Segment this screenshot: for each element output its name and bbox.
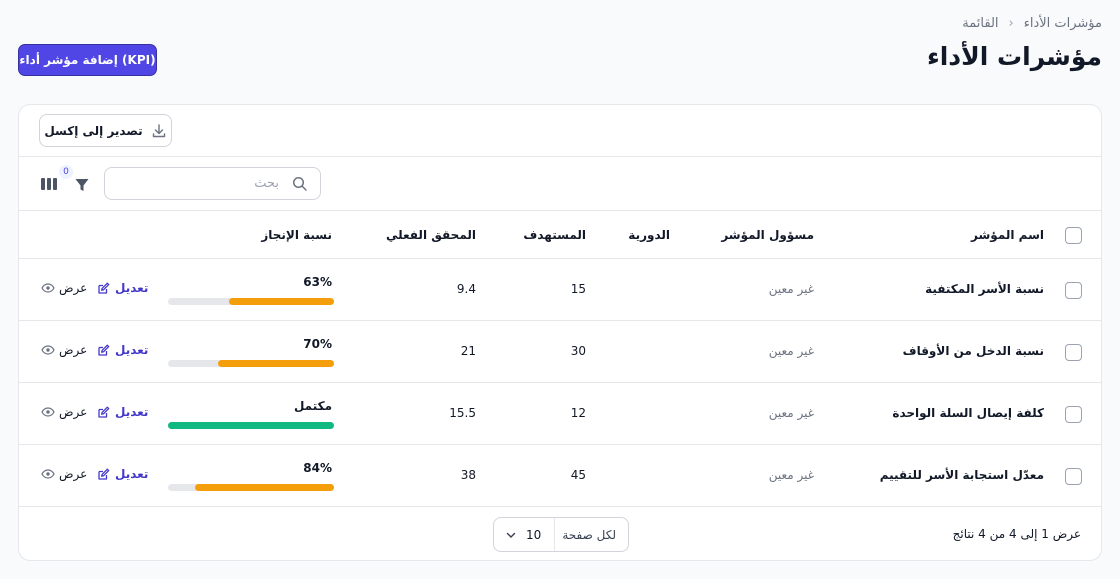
achievement-label: 84% bbox=[303, 461, 332, 475]
kpi-target: 12 bbox=[570, 406, 586, 420]
kpi-target: 30 bbox=[570, 344, 586, 358]
per-page-value: 10 bbox=[526, 528, 542, 542]
download-icon bbox=[152, 123, 165, 137]
kpi-name: معدّل استجابة الأسر للتقييم bbox=[879, 468, 1044, 482]
column-header-target[interactable]: المستهدف bbox=[523, 228, 586, 242]
breadcrumb-parent-link[interactable]: مؤشرات الأداء bbox=[1024, 16, 1102, 31]
column-header-achievement[interactable]: نسبة الإنجاز bbox=[261, 228, 332, 242]
row-checkbox[interactable] bbox=[1065, 468, 1082, 485]
edit-link[interactable]: تعديل bbox=[97, 467, 148, 481]
kpi-actual: 38 bbox=[460, 468, 476, 482]
eye-icon bbox=[41, 283, 55, 293]
search-icon bbox=[292, 176, 307, 191]
search-field bbox=[104, 167, 321, 200]
edit-icon bbox=[98, 344, 110, 356]
view-label: عرض bbox=[59, 405, 88, 419]
eye-icon bbox=[41, 345, 55, 355]
edit-label: تعديل bbox=[115, 467, 149, 481]
table-row: كلفة إيصال السلة الواحدة غير معين 12 15.… bbox=[19, 383, 1101, 445]
table-row: نسبة الأسر المكتفية غير معين 15 9.4 63% … bbox=[19, 259, 1101, 321]
kpi-actual: 21 bbox=[460, 344, 476, 358]
eye-icon bbox=[41, 469, 55, 479]
edit-icon bbox=[98, 468, 110, 480]
kpi-name: نسبة الدخل من الأوقاف bbox=[902, 344, 1044, 358]
edit-label: تعديل bbox=[115, 343, 149, 357]
filter-icon[interactable] bbox=[74, 177, 90, 193]
chevron-right-icon: › bbox=[1008, 16, 1014, 31]
columns-icon[interactable] bbox=[40, 177, 58, 191]
table-footer: عرض 1 إلى 4 من 4 نتائج لكل صفحة 10 bbox=[19, 509, 1101, 560]
search-input[interactable] bbox=[105, 168, 285, 199]
export-button-label: تصدير إلى إكسل bbox=[44, 123, 143, 138]
add-kpi-button[interactable]: إضافة مؤشر أداء (KPI) bbox=[18, 44, 157, 76]
row-checkbox[interactable] bbox=[1065, 282, 1082, 299]
edit-link[interactable]: تعديل bbox=[97, 343, 148, 357]
kpi-table: اسم المؤشر مسؤول المؤشر الدورية المستهدف… bbox=[19, 211, 1101, 507]
view-label: عرض bbox=[59, 343, 88, 357]
breadcrumb: مؤشرات الأداء › القائمة bbox=[962, 16, 1102, 31]
kpi-name: نسبة الأسر المكتفية bbox=[925, 282, 1044, 296]
edit-label: تعديل bbox=[115, 281, 149, 295]
kpi-target: 15 bbox=[570, 282, 586, 296]
table-header: اسم المؤشر مسؤول المؤشر الدورية المستهدف… bbox=[19, 211, 1101, 259]
achievement-label: 70% bbox=[303, 337, 332, 351]
achievement-progress-bar bbox=[168, 298, 334, 305]
view-link[interactable]: عرض bbox=[41, 405, 87, 419]
achievement-progress-fill bbox=[168, 422, 334, 429]
kpi-name: كلفة إيصال السلة الواحدة bbox=[892, 406, 1044, 420]
per-page-label: لكل صفحة bbox=[562, 528, 616, 542]
column-header-period[interactable]: الدورية bbox=[628, 228, 670, 242]
kpi-target: 45 bbox=[570, 468, 586, 482]
column-header-owner[interactable]: مسؤول المؤشر bbox=[721, 228, 814, 242]
achievement-progress-bar bbox=[168, 360, 334, 367]
edit-icon bbox=[98, 282, 110, 294]
row-checkbox[interactable] bbox=[1065, 406, 1082, 423]
achievement-progress-fill bbox=[229, 298, 334, 305]
achievement-progress-fill bbox=[194, 484, 334, 491]
kpi-owner: غير معين bbox=[768, 406, 814, 420]
page-title: مؤشرات الأداء bbox=[926, 42, 1102, 71]
eye-icon bbox=[41, 407, 55, 417]
achievement-progress-bar bbox=[168, 422, 334, 429]
table-row: نسبة الدخل من الأوقاف غير معين 30 21 70%… bbox=[19, 321, 1101, 383]
export-toolbar: تصدير إلى إكسل bbox=[19, 105, 1101, 157]
achievement-progress-fill bbox=[217, 360, 334, 367]
edit-label: تعديل bbox=[115, 405, 149, 419]
per-page-select[interactable]: لكل صفحة 10 bbox=[493, 517, 629, 552]
achievement-label: 63% bbox=[303, 275, 332, 289]
table-row: معدّل استجابة الأسر للتقييم غير معين 45 … bbox=[19, 445, 1101, 507]
kpi-owner: غير معين bbox=[768, 282, 814, 296]
achievement-progress-bar bbox=[168, 484, 334, 491]
filter-toolbar: 0 bbox=[19, 157, 1101, 211]
export-excel-button[interactable]: تصدير إلى إكسل bbox=[39, 114, 172, 147]
view-label: عرض bbox=[59, 281, 88, 295]
edit-link[interactable]: تعديل bbox=[97, 405, 148, 419]
row-checkbox[interactable] bbox=[1065, 344, 1082, 361]
column-header-actual[interactable]: المحقق الفعلي bbox=[386, 228, 476, 242]
column-header-name[interactable]: اسم المؤشر bbox=[971, 228, 1044, 242]
kpi-owner: غير معين bbox=[768, 468, 814, 482]
select-all-checkbox[interactable] bbox=[1065, 227, 1082, 244]
view-label: عرض bbox=[59, 467, 88, 481]
kpi-owner: غير معين bbox=[768, 344, 814, 358]
edit-link[interactable]: تعديل bbox=[97, 281, 148, 295]
view-link[interactable]: عرض bbox=[41, 343, 87, 357]
kpi-table-card: تصدير إلى إكسل 0 اسم المؤشر مسؤول bbox=[18, 104, 1102, 561]
view-link[interactable]: عرض bbox=[41, 467, 87, 481]
kpi-actual: 15.5 bbox=[449, 406, 476, 420]
chevron-down-icon bbox=[506, 532, 516, 538]
view-link[interactable]: عرض bbox=[41, 281, 87, 295]
kpi-actual: 9.4 bbox=[456, 282, 476, 296]
achievement-label: مكتمل bbox=[293, 399, 332, 413]
per-page-divider bbox=[554, 518, 555, 551]
filter-count-badge: 0 bbox=[59, 165, 73, 179]
edit-icon bbox=[98, 406, 110, 418]
breadcrumb-current: القائمة bbox=[962, 16, 999, 31]
results-count: عرض 1 إلى 4 من 4 نتائج bbox=[952, 527, 1081, 541]
